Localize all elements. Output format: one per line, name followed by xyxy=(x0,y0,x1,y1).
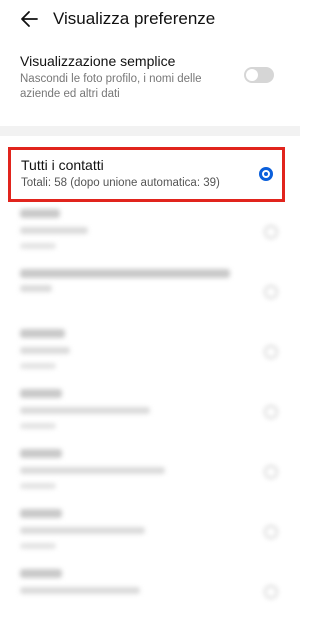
blurred-text xyxy=(20,209,60,218)
radio-icon[interactable] xyxy=(264,225,278,239)
blurred-text xyxy=(20,407,150,414)
blurred-text xyxy=(20,329,65,338)
toggle-knob xyxy=(246,69,258,81)
account-item[interactable] xyxy=(0,325,300,385)
blurred-account-list xyxy=(0,205,300,625)
account-item-title: Tutti i contatti xyxy=(21,157,104,173)
radio-selected-icon[interactable] xyxy=(259,167,273,181)
account-item[interactable] xyxy=(0,265,300,325)
blurred-text xyxy=(20,423,56,429)
radio-icon[interactable] xyxy=(264,405,278,419)
radio-icon[interactable] xyxy=(264,285,278,299)
blurred-text xyxy=(20,347,70,354)
page-title: Visualizza preferenze xyxy=(53,9,216,28)
back-button[interactable] xyxy=(18,8,40,30)
simple-view-setting[interactable]: Visualizzazione semplice Nascondi le fot… xyxy=(0,38,300,108)
account-item[interactable] xyxy=(0,205,300,265)
simple-view-description: Nascondi le foto profilo, i nomi delle a… xyxy=(20,73,202,100)
blurred-text xyxy=(20,569,62,578)
radio-icon[interactable] xyxy=(264,345,278,359)
blurred-text xyxy=(20,269,230,278)
simple-view-title: Visualizzazione semplice xyxy=(20,53,176,69)
blurred-text xyxy=(20,543,56,549)
account-item[interactable] xyxy=(0,445,300,505)
blurred-text xyxy=(20,243,56,249)
blurred-text xyxy=(20,467,165,474)
arrow-left-icon xyxy=(21,11,38,27)
account-item[interactable] xyxy=(0,505,300,565)
blurred-text xyxy=(20,587,140,594)
account-item-subtitle: Totali: 58 (dopo unione automatica: 39) xyxy=(21,177,220,189)
blurred-text xyxy=(20,449,62,458)
account-item[interactable] xyxy=(0,385,300,445)
section-divider xyxy=(0,126,300,136)
blurred-text xyxy=(20,227,88,234)
blurred-text xyxy=(20,389,62,398)
top-app-bar: Visualizza preferenze xyxy=(0,0,300,38)
radio-icon[interactable] xyxy=(264,525,278,539)
radio-icon[interactable] xyxy=(264,465,278,479)
blurred-text xyxy=(20,527,145,534)
blurred-text xyxy=(20,363,56,369)
simple-view-toggle[interactable] xyxy=(244,67,274,83)
account-item[interactable] xyxy=(0,565,300,625)
blurred-text xyxy=(20,483,56,489)
blurred-text xyxy=(20,285,52,292)
blurred-text xyxy=(20,509,62,518)
account-item-all-contacts[interactable]: Tutti i contatti Totali: 58 (dopo unione… xyxy=(8,147,285,202)
radio-icon[interactable] xyxy=(264,585,278,599)
